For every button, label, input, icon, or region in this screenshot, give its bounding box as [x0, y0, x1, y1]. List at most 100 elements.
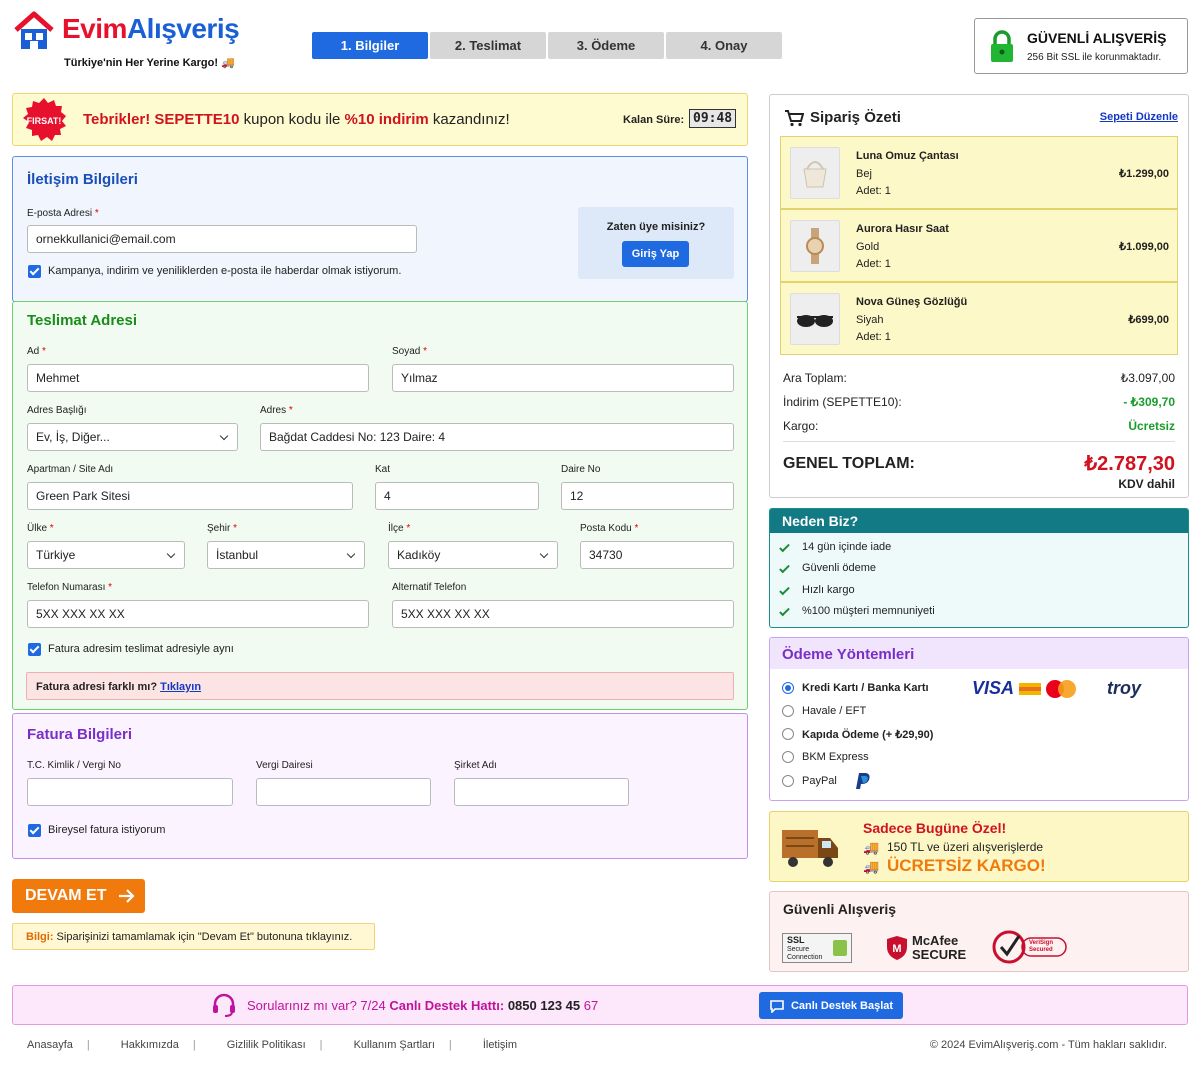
step-odeme[interactable]: 3. Ödeme: [548, 32, 664, 59]
radio-credit-card[interactable]: [782, 682, 794, 694]
continue-label: DEVAM ET: [25, 887, 107, 904]
arrow-right-icon: [119, 889, 136, 903]
truck-small-icon: 🚚: [863, 840, 880, 855]
login-button[interactable]: Giriş Yap: [622, 241, 689, 267]
individual-invoice-checkbox[interactable]: [28, 824, 41, 837]
footer-link-home[interactable]: Anasayfa: [27, 1039, 73, 1051]
vat-note: KDV dahil: [1118, 477, 1175, 491]
country-select[interactable]: Türkiye: [27, 541, 185, 569]
apt-label: Daire No: [561, 464, 601, 475]
brand-name: EvimAlışveriş: [62, 13, 240, 44]
last-name-field[interactable]: Yılmaz: [392, 364, 734, 392]
city-label: Şehir *: [207, 523, 238, 534]
building-label: Apartman / Site Adı: [27, 464, 114, 475]
tc-field[interactable]: [27, 778, 233, 806]
live-support-button[interactable]: Canlı Destek Başlat: [759, 992, 903, 1019]
product-name: Nova Güneş Gözlüğü: [856, 296, 968, 308]
first-name-field[interactable]: Mehmet: [27, 364, 369, 392]
logo[interactable]: EvimAlışveriş Türkiye'nin Her Yerine Kar…: [12, 10, 252, 72]
alt-phone-field[interactable]: 5XX XXX XX XX: [392, 600, 734, 628]
zip-label: Posta Kodu *: [580, 523, 639, 534]
newsletter-checkbox[interactable]: [28, 265, 41, 278]
radio-paypal[interactable]: [782, 775, 794, 787]
address-title-select[interactable]: Ev, İş, Diğer...: [27, 423, 238, 451]
product-image: [790, 293, 840, 345]
city-select[interactable]: İstanbul: [207, 541, 365, 569]
visa-logo: VISA: [972, 678, 1015, 698]
zip-field[interactable]: 34730: [580, 541, 734, 569]
continue-button[interactable]: DEVAM ET: [12, 879, 145, 913]
countdown-timer: 09:48: [689, 109, 737, 128]
option-bkm[interactable]: BKM Express: [802, 751, 869, 763]
product-qty: Adet: 1: [856, 258, 891, 270]
product-variant: Siyah: [856, 314, 884, 326]
secure-shopping-box: GÜVENLİ ALIŞVERİŞ 256 Bit SSL ile korunm…: [974, 18, 1188, 74]
product-qty: Adet: 1: [856, 331, 891, 343]
radio-cash-on-delivery[interactable]: [782, 728, 794, 740]
phone-field[interactable]: 5XX XXX XX XX: [27, 600, 369, 628]
troy-logo: troy: [1107, 678, 1142, 698]
firsat-badge-text: FIRSAT!: [27, 116, 62, 126]
option-cash-on-delivery[interactable]: Kapıda Ödeme (+ ₺29,90): [802, 728, 933, 741]
secure-title: GÜVENLİ ALIŞVERİŞ: [1027, 30, 1167, 46]
firsat-badge-icon: FIRSAT!: [23, 98, 66, 141]
footer-link-about[interactable]: Hakkımızda: [121, 1039, 179, 1051]
shipping-section: Teslimat Adresi Ad * Mehmet Soyad * Yılm…: [12, 301, 748, 710]
tax-office-field[interactable]: [256, 778, 431, 806]
product-name: Luna Omuz Çantası: [856, 150, 959, 162]
step-onay[interactable]: 4. Onay: [666, 32, 782, 59]
footer-link-contact[interactable]: İletişim: [483, 1039, 517, 1051]
option-paypal[interactable]: PayPal: [802, 775, 837, 787]
footer-link-terms[interactable]: Kullanım Şartları: [354, 1039, 435, 1051]
special-title: Sadece Bugüne Özel!: [863, 820, 1007, 836]
different-billing-note: Fatura adresi farklı mı? Tıklayın: [26, 672, 734, 700]
delivery-truck-icon: [782, 830, 838, 867]
different-billing-link[interactable]: Tıklayın: [160, 681, 201, 693]
radio-bkm[interactable]: [782, 751, 794, 763]
company-label: Şirket Adı: [454, 760, 497, 771]
why-us-box: Neden Biz? 14 gün içinde iade Güvenli öd…: [769, 508, 1189, 628]
check-icon: [779, 562, 790, 574]
footer: Anasayfa | Hakkımızda | Gizlilik Politikas…: [27, 1039, 1167, 1051]
special-line2: ÜCRETSİZ KARGO!: [887, 856, 1046, 875]
step-bilgiler[interactable]: 1. Bilgiler: [312, 32, 428, 59]
live-support-label: Canlı Destek Başlat: [790, 999, 894, 1012]
product-price: ₺699,00: [1128, 314, 1169, 326]
alt-phone-label: Alternatif Telefon: [392, 582, 467, 593]
company-field[interactable]: [454, 778, 629, 806]
product-price: ₺1.099,00: [1119, 241, 1169, 253]
district-select[interactable]: Kadıköy: [388, 541, 558, 569]
check-icon: [779, 605, 790, 617]
newsletter-label: Kampanya, indirim ve yeniliklerden e-pos…: [48, 265, 402, 277]
option-bank-transfer[interactable]: Havale / EFT: [802, 705, 866, 717]
tc-label: T.C. Kimlik / Vergi No: [27, 760, 121, 771]
option-credit-card[interactable]: Kredi Kartı / Banka Kartı: [802, 682, 929, 694]
footer-link-privacy[interactable]: Gizlilik Politikası: [227, 1039, 306, 1051]
building-field[interactable]: Green Park Sitesi: [27, 482, 353, 510]
edit-cart-link[interactable]: Sepeti Düzenle: [1100, 111, 1178, 123]
billing-section: Fatura Bilgileri T.C. Kimlik / Vergi No …: [12, 713, 748, 859]
floor-label: Kat: [375, 464, 391, 475]
apt-field[interactable]: 12: [561, 482, 734, 510]
grand-total-value: ₺2.787,30: [1084, 453, 1175, 475]
cart-item: Nova Güneş Gözlüğü Siyah Adet: 1 ₺699,00: [780, 282, 1178, 355]
why-item: Hızlı kargo: [802, 584, 855, 596]
support-bar: Sorularınız mı var? 7/24 Canlı Destek Ha…: [12, 985, 1188, 1025]
product-image: [790, 147, 840, 199]
contact-section: İletişim Bilgileri E-posta Adresi * orne…: [12, 156, 748, 302]
order-summary: Sipariş Özeti Sepeti Düzenle Luna Omuz Ç…: [769, 94, 1189, 498]
address-field[interactable]: Bağdat Caddesi No: 123 Daire: 4: [260, 423, 734, 451]
floor-field[interactable]: 4: [375, 482, 539, 510]
country-label: Ülke *: [27, 523, 54, 534]
member-box: Zaten üye misiniz? Giriş Yap: [578, 207, 734, 279]
step-teslimat[interactable]: 2. Teslimat: [430, 32, 546, 59]
radio-bank-transfer[interactable]: [782, 705, 794, 717]
house-logo-icon: [14, 11, 54, 49]
same-billing-checkbox[interactable]: [28, 643, 41, 656]
subtotal-row: Ara Toplam: ₺3.097,00: [783, 371, 1175, 385]
discount-row: İndirim (SEPETTE10): - ₺309,70: [783, 395, 1175, 409]
individual-invoice-label: Bireysel fatura istiyorum: [48, 824, 166, 836]
payment-methods: Ödeme Yöntemleri Kredi Kartı / Banka Kar…: [769, 637, 1189, 801]
email-field[interactable]: ornekkullanici@email.com: [27, 225, 417, 253]
why-us-title: Neden Biz?: [770, 509, 1188, 533]
